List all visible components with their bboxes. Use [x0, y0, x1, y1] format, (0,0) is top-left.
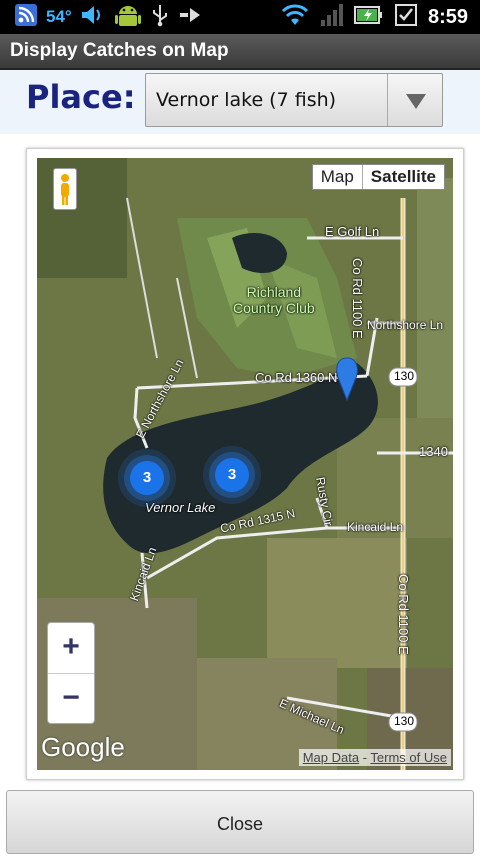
catch-cluster-marker[interactable]: 3: [130, 461, 164, 495]
clock: 8:59: [427, 5, 468, 28]
road-label-1340: 1340: [419, 444, 448, 459]
map-credits: Map Data - Terms of Use: [298, 749, 451, 766]
credits-separator: -: [359, 750, 371, 765]
road-label-co-rd-1360: Co Rd 1360 N: [255, 370, 338, 385]
lake-label: Vernor Lake: [145, 500, 216, 515]
terms-of-use-link[interactable]: Terms of Use: [370, 750, 447, 765]
close-button[interactable]: Close: [6, 790, 474, 854]
map-frame: E Golf Ln Richland Country Club Co Rd 11…: [26, 148, 464, 780]
road-label-golf: E Golf Ln: [325, 224, 380, 239]
checkbox-icon: [394, 3, 418, 31]
title-bar: Display Catches on Map: [0, 34, 480, 70]
route-shield-130-bottom: 130: [394, 714, 415, 728]
place-dropdown-value: Vernor lake (7 fish): [156, 89, 337, 111]
rss-icon: [14, 3, 38, 31]
android-icon: [114, 0, 142, 34]
zoom-in-button[interactable]: +: [48, 623, 94, 674]
map-type-map-button[interactable]: Map: [313, 165, 362, 189]
map-data-link[interactable]: Map Data: [303, 750, 359, 765]
triangle-down-icon: [406, 94, 426, 109]
satellite-map[interactable]: E Golf Ln Richland Country Club Co Rd 11…: [37, 158, 453, 770]
map-type-control: Map Satellite: [311, 164, 445, 190]
place-dropdown[interactable]: Vernor lake (7 fish): [145, 73, 443, 127]
zoom-out-button[interactable]: −: [48, 674, 94, 724]
place-row: Place: Vernor lake (7 fish): [0, 70, 480, 134]
route-shield-130-top: 130: [394, 369, 415, 383]
dropdown-arrow-button[interactable]: [387, 74, 442, 126]
country-club-label: Richland Country Club: [233, 284, 315, 316]
transfer-icon: [178, 5, 204, 29]
status-bar: 54° 8:59: [0, 0, 480, 34]
temperature: 54°: [46, 7, 72, 26]
street-view-pegman-icon[interactable]: [53, 168, 77, 210]
battery-charging-icon: [353, 4, 384, 30]
google-logo: Google: [41, 732, 125, 762]
road-label-northshore-right: Northshore Ln: [367, 318, 444, 332]
volume-icon: [80, 4, 106, 30]
signal-icon: [320, 3, 344, 31]
catch-cluster-marker[interactable]: 3: [215, 458, 249, 492]
page-title: Display Catches on Map: [10, 40, 229, 61]
road-label-co-rd-1100-top: Co Rd 1100 E: [350, 258, 365, 339]
usb-icon: [150, 3, 170, 31]
place-label: Place:: [26, 78, 136, 116]
zoom-control: + −: [47, 622, 95, 724]
road-label-kincaid-ln: Kincaid Ln: [347, 520, 404, 534]
map-type-satellite-button[interactable]: Satellite: [361, 165, 444, 189]
wifi-icon: [280, 3, 310, 31]
road-label-co-rd-1100-bottom: Co Rd 1100 E: [396, 574, 411, 655]
